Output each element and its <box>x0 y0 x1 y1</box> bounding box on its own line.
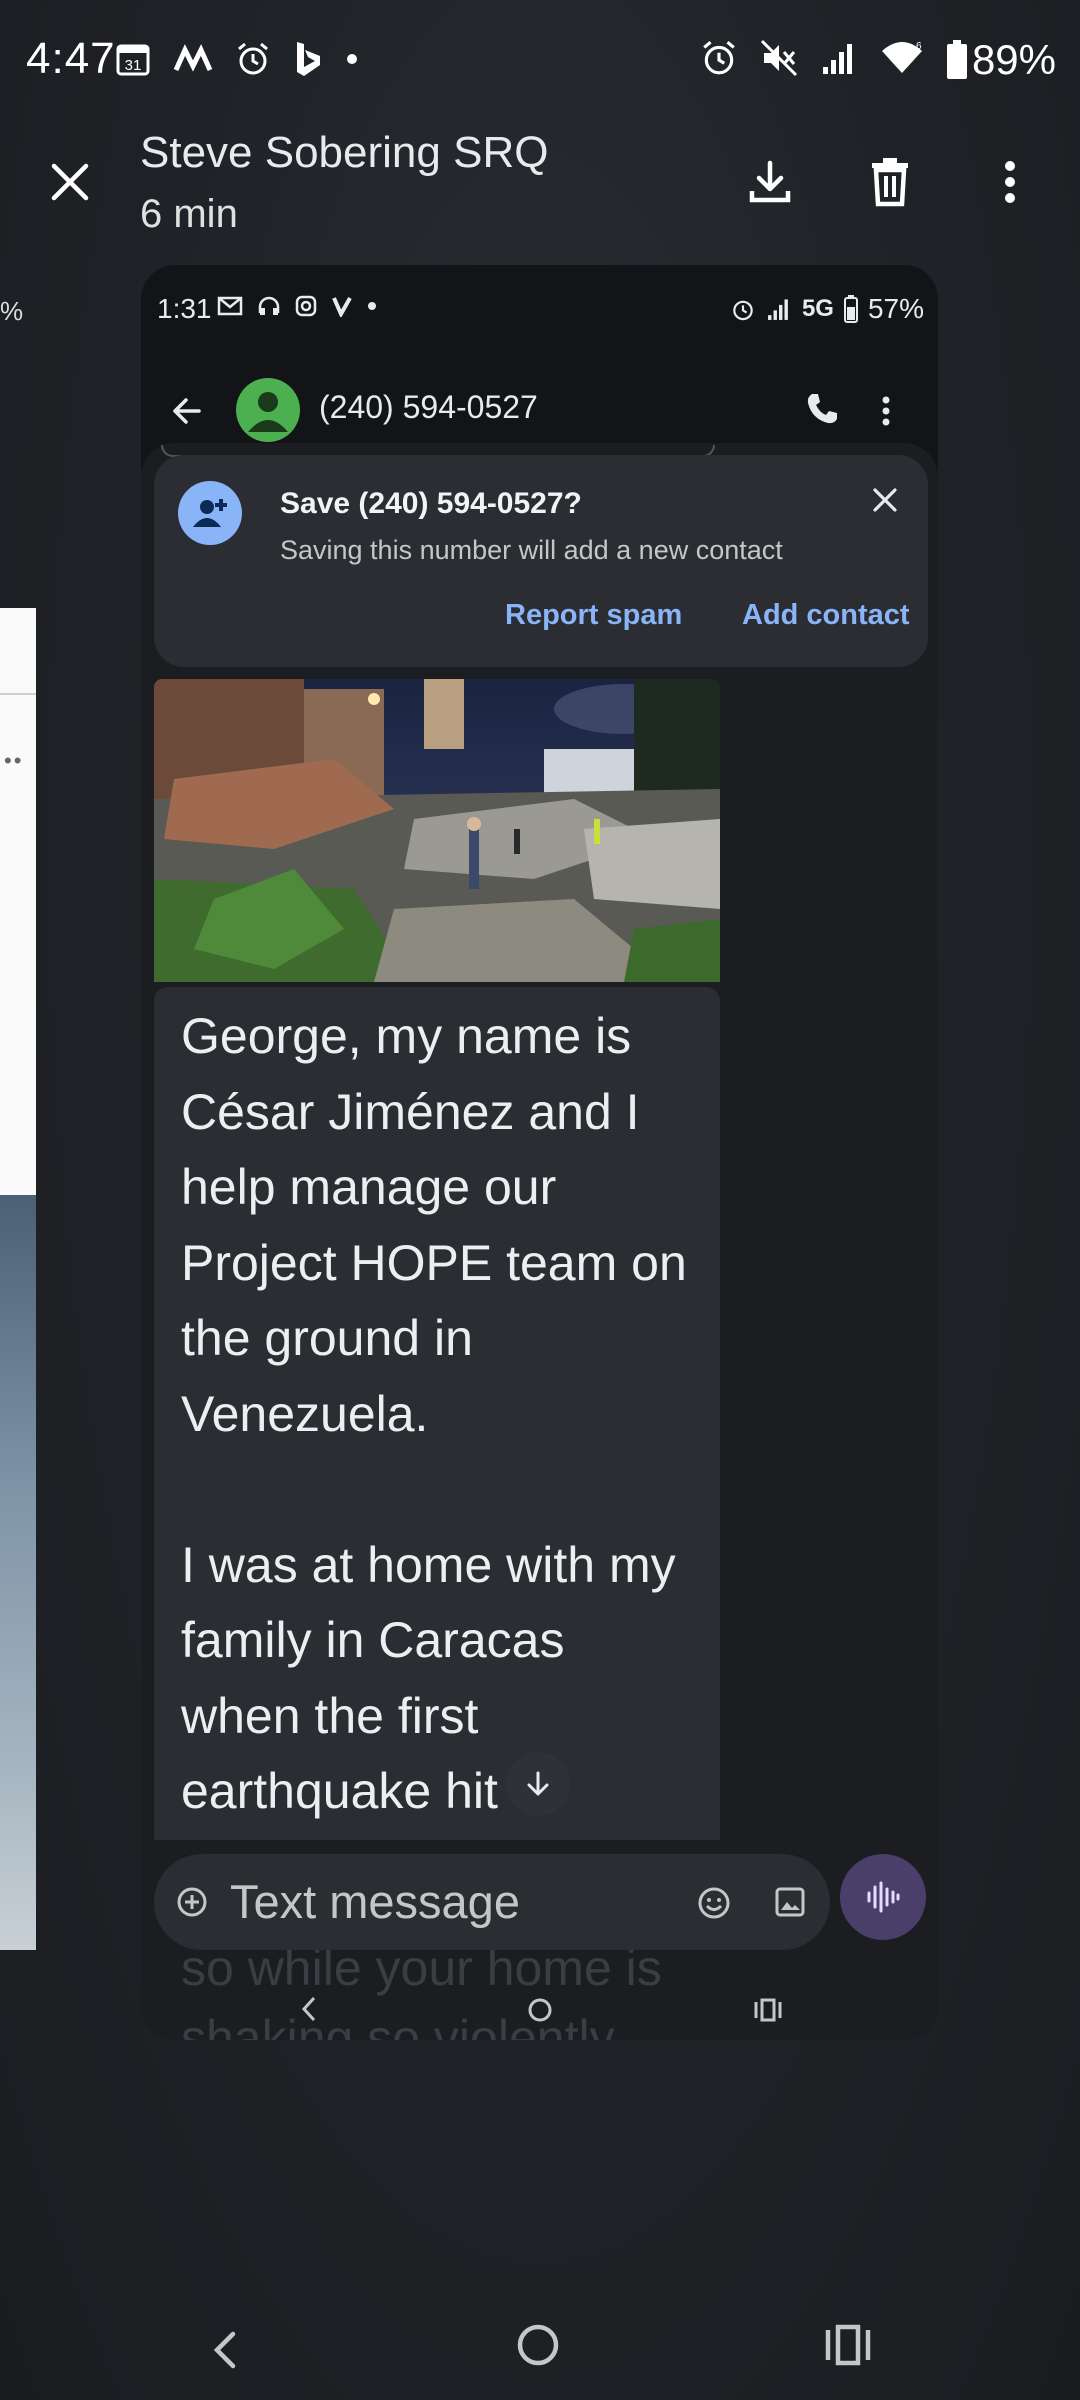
contact-phone-number: (240) 594-0527 <box>319 389 538 425</box>
delete-button[interactable] <box>858 150 922 214</box>
svg-text:6: 6 <box>916 41 922 52</box>
close-button[interactable] <box>44 156 96 208</box>
signal-icon <box>820 39 858 82</box>
message-screenshot: 1:31 5G 57% (240) 594-0527 Save (240) 59… <box>141 265 938 2040</box>
nav-recents-icon <box>754 1998 782 2022</box>
close-icon <box>51 163 89 201</box>
add-circle-icon <box>177 1887 207 1917</box>
nav-recents-icon <box>825 2324 871 2366</box>
image-icon <box>775 1887 805 1917</box>
nav-back-button[interactable] <box>205 2322 255 2378</box>
sender-name: Steve Sobering SRQ <box>140 128 549 177</box>
status-left-icons: 31 <box>115 40 359 83</box>
inner-status-time: 1:31 <box>157 293 212 324</box>
status-bar: 4:47 31 6 89% <box>0 0 1080 120</box>
attach-button[interactable] <box>176 1886 208 1918</box>
battery-icon: 89% <box>946 36 1056 84</box>
save-contact-subtitle: Saving this number will add a new contac… <box>280 535 783 565</box>
delete-icon <box>872 158 908 207</box>
contact-avatar[interactable] <box>236 378 300 442</box>
nav-home-icon <box>517 2324 559 2366</box>
nav-home-button[interactable] <box>515 2322 565 2378</box>
emoji-icon <box>698 1887 730 1919</box>
add-person-icon <box>178 481 242 545</box>
signal-icon <box>767 299 788 320</box>
more-vert-icon <box>1005 161 1015 203</box>
alarm-icon <box>700 39 738 82</box>
message-bubble[interactable]: George, my name is César Jiménez and I h… <box>154 987 720 1840</box>
call-button[interactable] <box>804 391 844 431</box>
nav-recents-button[interactable] <box>823 2322 879 2378</box>
inner-battery-text: 57% <box>867 293 924 324</box>
waveform-icon <box>867 1881 900 1913</box>
peek-dots-icon: •• <box>4 748 24 773</box>
gallery-button[interactable] <box>774 1886 806 1918</box>
wifi-icon: 6 <box>880 39 924 82</box>
battery-icon <box>843 295 858 323</box>
more-options-button[interactable] <box>978 150 1042 214</box>
save-contact-title: Save (240) 594-0527? <box>280 487 582 520</box>
emoji-button[interactable] <box>697 1886 731 1920</box>
save-contact-card: Save (240) 594-0527? Saving this number … <box>154 455 928 667</box>
peek-label: % <box>0 296 24 326</box>
svg-text:31: 31 <box>125 57 142 74</box>
bing-icon <box>293 40 323 83</box>
status-right-icons: 6 89% <box>700 36 1056 84</box>
arrow-down-icon <box>527 1771 549 1796</box>
phone-icon <box>807 394 837 424</box>
m-app-icon <box>173 44 213 79</box>
peek-photo <box>0 1195 36 1950</box>
scroll-to-bottom-button[interactable] <box>506 1752 570 1816</box>
inner-status-left-icons <box>217 295 377 317</box>
navigation-bar <box>0 2300 1080 2400</box>
dot-icon <box>345 52 359 71</box>
close-icon <box>873 488 897 512</box>
earthquake-photo[interactable] <box>154 679 720 982</box>
arrow-back-icon <box>173 398 201 424</box>
inner-status-bar: 1:31 5G 57% <box>141 265 938 355</box>
network-type: 5G <box>801 295 834 322</box>
back-button[interactable] <box>167 391 207 431</box>
headphones-icon <box>258 296 280 315</box>
message-text: George, my name is César Jiménez and I h… <box>181 1008 687 1819</box>
dismiss-card-button[interactable] <box>870 485 900 515</box>
venmo-icon <box>332 297 352 317</box>
previous-card-peek[interactable]: % •• •• <box>0 268 36 1950</box>
nav-back-icon <box>301 1996 316 2022</box>
compose-bar: Text message <box>154 1854 830 1950</box>
alarm-icon <box>733 300 753 321</box>
battery-text: 89% <box>971 36 1056 83</box>
inner-navigation-bar <box>141 1965 938 2035</box>
mute-icon <box>760 39 798 82</box>
download-icon <box>749 160 791 203</box>
nav-home-icon <box>528 1998 552 2022</box>
voice-message-button[interactable] <box>840 1854 926 1940</box>
download-button[interactable] <box>738 150 802 214</box>
report-spam-button[interactable]: Report spam <box>505 599 682 632</box>
conversation-more-button[interactable] <box>876 391 896 431</box>
nav-back-icon <box>213 2331 236 2369</box>
peek-divider <box>0 693 36 695</box>
status-time: 4:47 <box>26 34 116 83</box>
more-vert-icon <box>882 396 890 426</box>
instagram-icon <box>295 295 317 317</box>
add-contact-button[interactable]: Add contact <box>742 599 910 632</box>
alarm-icon <box>235 41 271 82</box>
message-age: 6 min <box>140 192 238 236</box>
gmail-icon <box>217 296 243 316</box>
calendar-icon: 31 <box>115 41 151 82</box>
text-message-input[interactable]: Text message <box>230 1874 520 1929</box>
person-icon <box>248 392 288 432</box>
inner-status-right: 5G 57% <box>730 293 924 325</box>
dot-icon <box>368 302 376 310</box>
